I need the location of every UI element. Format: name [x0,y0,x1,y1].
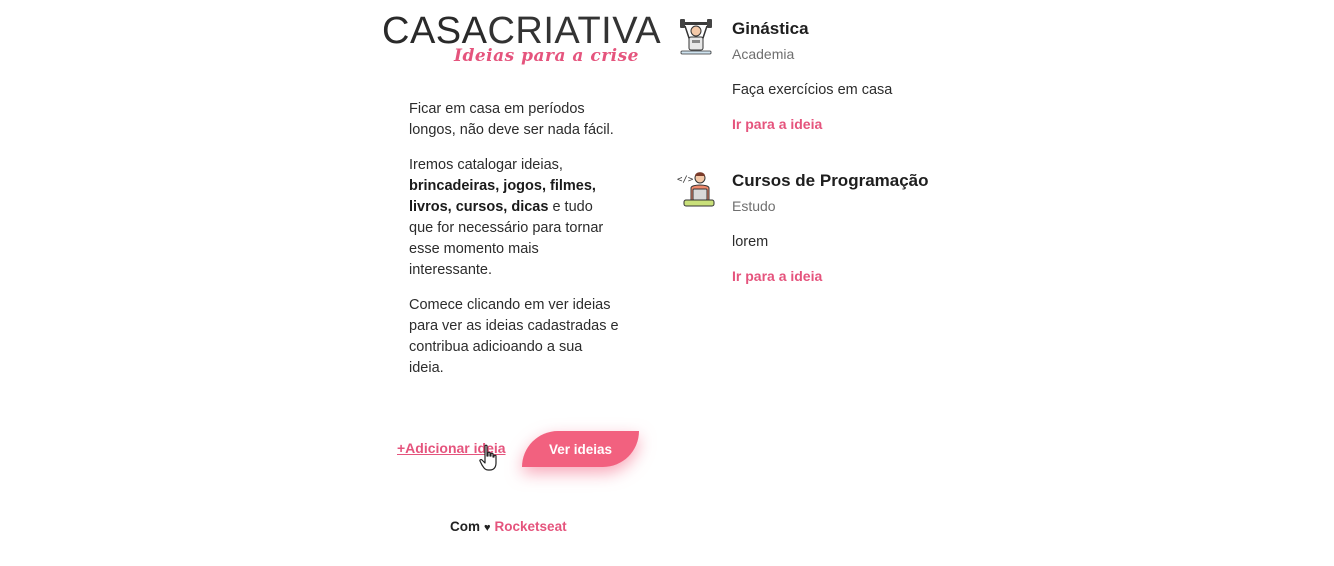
footer-brand: Rocketseat [494,519,567,534]
logo: CASACRIATIVA Ideias para a crise [382,10,661,70]
idea-description: Faça exercícios em casa [732,82,893,98]
idea-title: Cursos de Programação [732,171,929,190]
logo-title: CASACRIATIVA [382,10,662,52]
intro-text: Ficar em casa em períodos longos, não de… [409,99,619,393]
svg-text:</>: </> [677,175,694,185]
intro-paragraph-1: Ficar em casa em períodos longos, não de… [409,101,614,138]
hand-pointer-icon [479,444,497,471]
idea-title: Ginástica [732,19,809,38]
intro-paragraph-3: Comece clicando em ver ideias para ver a… [409,297,619,376]
intro-paragraph-2: Iremos catalogar ideias, brincadeiras, j… [409,157,604,278]
idea-description: lorem [732,234,769,250]
go-to-idea-link[interactable]: Ir para a ideia [732,114,822,134]
idea-category: Academia [732,46,795,62]
gym-icon [680,19,712,55]
go-to-idea-link[interactable]: Ir para a ideia [732,266,822,286]
footer: Com ♥ Rocketseat [450,519,567,534]
programmer-icon: </> [677,172,715,207]
idea-category: Estudo [732,198,776,214]
heart-icon: ♥ [484,522,491,534]
logo-tagline: Ideias para a crise [454,46,639,66]
view-ideas-button[interactable]: Ver ideias [522,431,639,467]
